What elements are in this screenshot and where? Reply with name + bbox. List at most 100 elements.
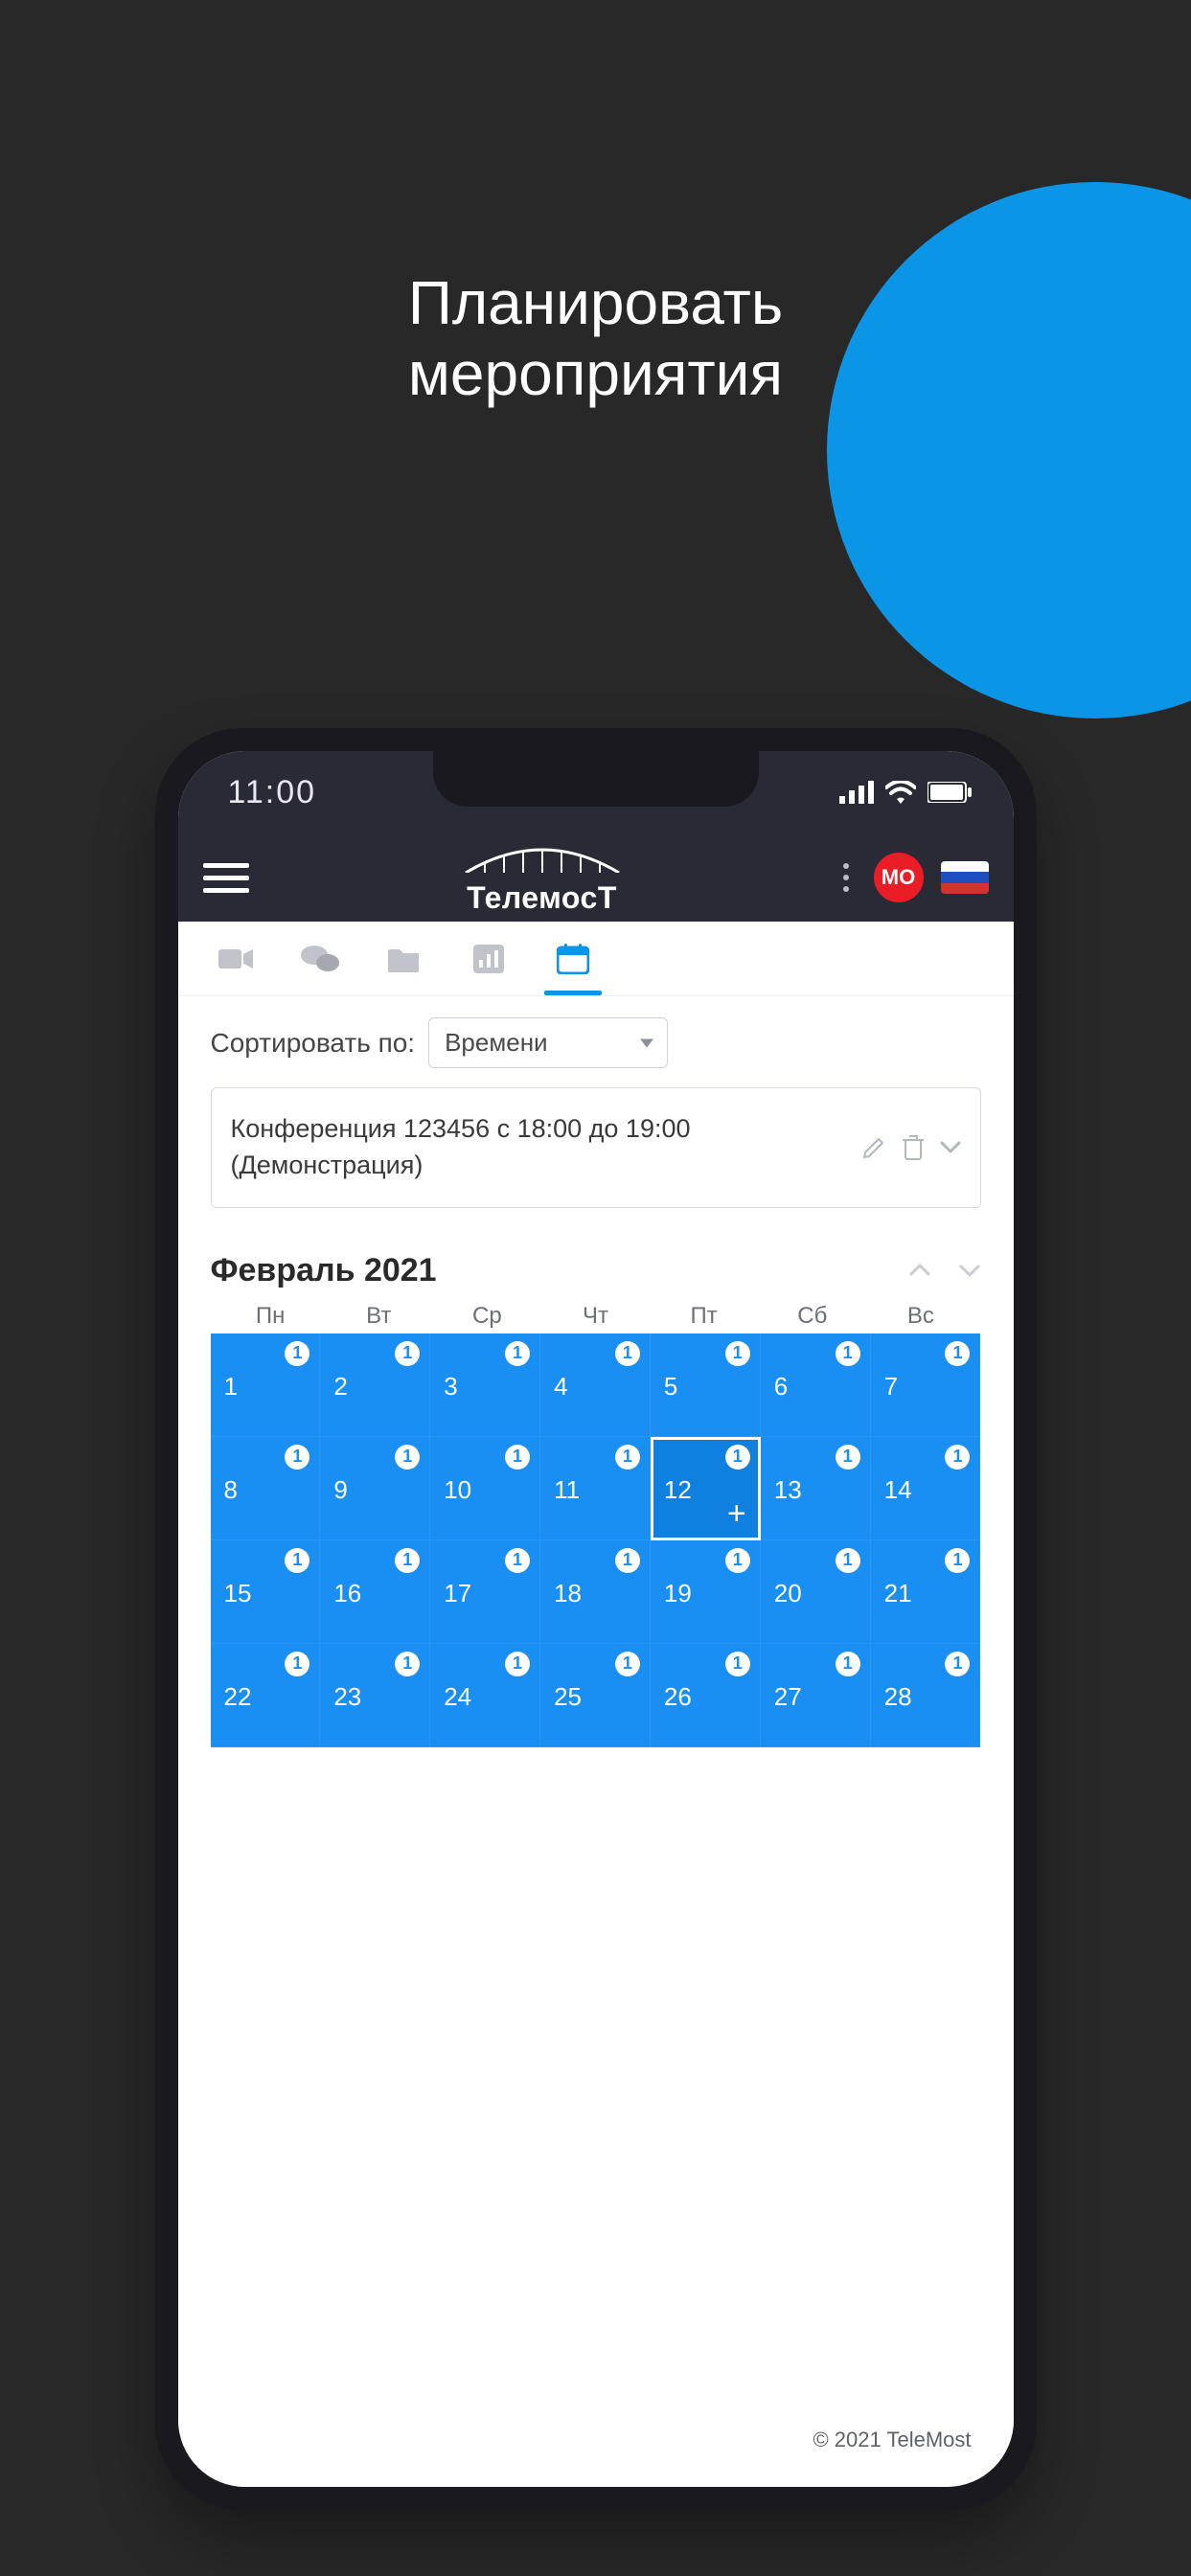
event-count-badge: 1 xyxy=(285,1445,309,1470)
event-count-badge: 1 xyxy=(395,1445,420,1470)
tab-stats[interactable] xyxy=(470,940,508,978)
event-count-badge: 1 xyxy=(945,1445,970,1470)
calendar-day[interactable]: 71 xyxy=(871,1334,981,1437)
calendar-day[interactable]: 131 xyxy=(761,1437,871,1540)
chevron-down-icon[interactable] xyxy=(940,1141,961,1154)
event-actions xyxy=(861,1134,961,1161)
tab-chat[interactable] xyxy=(301,940,339,978)
menu-button[interactable] xyxy=(203,855,249,900)
main-content: Сортировать по: Времени Конференция 1234… xyxy=(178,996,1014,2487)
day-number: 18 xyxy=(554,1579,582,1608)
status-icons xyxy=(839,781,972,804)
language-flag[interactable] xyxy=(941,861,989,894)
event-count-badge: 1 xyxy=(725,1341,750,1366)
day-number: 27 xyxy=(774,1682,802,1712)
event-count-badge: 1 xyxy=(836,1652,860,1676)
event-count-badge: 1 xyxy=(725,1548,750,1573)
day-number: 28 xyxy=(884,1682,912,1712)
event-card[interactable]: Конференция 123456 с 18:00 до 19:00 (Дем… xyxy=(211,1087,981,1208)
user-avatar[interactable]: МО xyxy=(874,853,924,902)
calendar-day[interactable]: 161 xyxy=(320,1540,430,1644)
app-bar: ТелемосТ МО xyxy=(178,833,1014,922)
day-number: 15 xyxy=(224,1579,252,1608)
calendar: ПнВтСрЧтПтСбВс 1121314151617181911011111… xyxy=(211,1303,981,1747)
event-count-badge: 1 xyxy=(285,1652,309,1676)
trash-icon[interactable] xyxy=(902,1134,925,1161)
calendar-day[interactable]: 27 1 xyxy=(761,1644,871,1747)
calendar-day[interactable]: 61 xyxy=(761,1334,871,1437)
calendar-day[interactable]: 171 xyxy=(430,1540,540,1644)
app-logo: ТелемосТ xyxy=(266,846,818,910)
sort-select[interactable]: Времени xyxy=(428,1017,668,1068)
day-number: 5 xyxy=(664,1372,677,1402)
calendar-day[interactable]: 23 1 xyxy=(320,1644,430,1747)
calendar-day[interactable]: 121+ xyxy=(651,1437,761,1540)
more-options-button[interactable] xyxy=(836,863,857,892)
tab-calendar[interactable] xyxy=(554,940,592,978)
day-number: 7 xyxy=(884,1372,898,1402)
calendar-day[interactable]: 10 1 xyxy=(430,1437,540,1540)
weekday-row: ПнВтСрЧтПтСбВс xyxy=(211,1303,981,1330)
calendar-day[interactable]: 81 xyxy=(211,1437,321,1540)
day-number: 20 xyxy=(774,1579,802,1608)
calendar-day[interactable]: 211 xyxy=(871,1540,981,1644)
day-number: 4 xyxy=(554,1372,567,1402)
calendar-day[interactable]: 25 1 xyxy=(540,1644,651,1747)
calendar-day[interactable]: 41 xyxy=(540,1334,651,1437)
event-count-badge: 1 xyxy=(505,1652,530,1676)
tab-video[interactable] xyxy=(217,940,255,978)
day-number: 12 xyxy=(664,1475,692,1505)
day-number: 6 xyxy=(774,1372,788,1402)
event-count-badge: 1 xyxy=(945,1652,970,1676)
day-number: 25 xyxy=(554,1682,582,1712)
calendar-day[interactable]: 261 xyxy=(651,1644,761,1747)
weekday-label: Вт xyxy=(325,1303,433,1330)
calendar-day[interactable]: 22 1 xyxy=(211,1644,321,1747)
event-count-badge: 1 xyxy=(505,1445,530,1470)
calendar-day[interactable]: 241 xyxy=(430,1644,540,1747)
day-number: 22 xyxy=(224,1682,252,1712)
calendar-grid: 112131415161718191101111121+131141151161… xyxy=(211,1334,981,1747)
calendar-day[interactable]: 111 xyxy=(540,1437,651,1540)
event-count-badge: 1 xyxy=(836,1341,860,1366)
event-count-badge: 1 xyxy=(395,1652,420,1676)
calendar-day[interactable]: 201 xyxy=(761,1540,871,1644)
event-count-badge: 1 xyxy=(725,1652,750,1676)
month-title: Февраль 2021 xyxy=(211,1252,908,1289)
calendar-day[interactable]: 11 xyxy=(211,1334,321,1437)
decorative-circle xyxy=(827,182,1191,718)
calendar-day[interactable]: 91 xyxy=(320,1437,430,1540)
day-number: 8 xyxy=(224,1475,238,1505)
edit-icon[interactable] xyxy=(861,1135,886,1160)
copyright: © 2021 TeleMost xyxy=(813,2428,971,2451)
event-title: Конференция 123456 с 18:00 до 19:00 (Дем… xyxy=(231,1111,846,1184)
day-number: 9 xyxy=(333,1475,347,1505)
phone-notch xyxy=(433,751,759,807)
day-number: 3 xyxy=(444,1372,457,1402)
event-count-badge: 1 xyxy=(615,1445,640,1470)
calendar-day[interactable]: 31 xyxy=(430,1334,540,1437)
hero-heading: Планировать мероприятия xyxy=(0,268,1191,409)
calendar-day[interactable]: 14 1 xyxy=(871,1437,981,1540)
day-number: 14 xyxy=(884,1475,912,1505)
hero-line-2: мероприятия xyxy=(408,339,783,408)
calendar-day[interactable]: 28 1 xyxy=(871,1644,981,1747)
event-count-badge: 1 xyxy=(615,1652,640,1676)
chevron-down-icon[interactable] xyxy=(958,1263,981,1278)
tab-strip xyxy=(178,922,1014,996)
event-count-badge: 1 xyxy=(945,1341,970,1366)
event-count-badge: 1 xyxy=(615,1548,640,1573)
calendar-day[interactable]: 18 1 xyxy=(540,1540,651,1644)
add-event-icon[interactable]: + xyxy=(727,1497,746,1530)
day-number: 23 xyxy=(333,1682,361,1712)
day-number: 19 xyxy=(664,1579,692,1608)
calendar-day[interactable]: 19 1 xyxy=(651,1540,761,1644)
event-count-badge: 1 xyxy=(945,1548,970,1573)
chevron-up-icon[interactable] xyxy=(908,1263,931,1278)
day-number: 10 xyxy=(444,1475,471,1505)
tab-files[interactable] xyxy=(385,940,424,978)
calendar-day[interactable]: 151 xyxy=(211,1540,321,1644)
calendar-day[interactable]: 51 xyxy=(651,1334,761,1437)
calendar-day[interactable]: 21 xyxy=(320,1334,430,1437)
event-count-badge: 1 xyxy=(505,1341,530,1366)
